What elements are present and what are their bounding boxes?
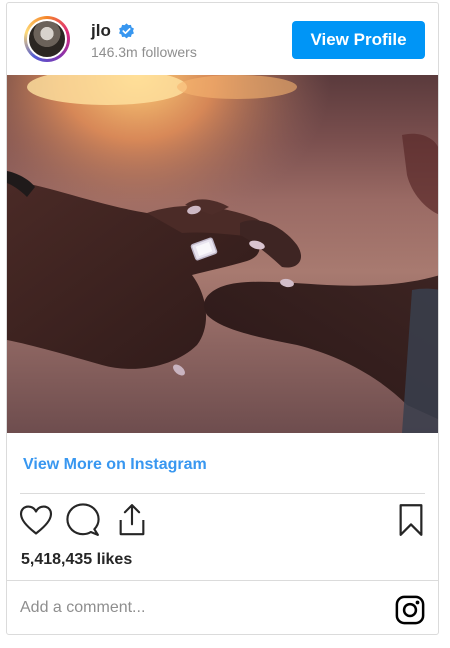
like-count: 5,418,435 likes — [21, 551, 133, 568]
post-actions — [7, 501, 438, 545]
share-button[interactable] — [114, 501, 150, 539]
comment-input[interactable] — [20, 593, 360, 623]
post-header: jlo 146.3m followers View Profile — [7, 3, 438, 75]
avatar[interactable] — [24, 16, 70, 62]
bookmark-icon — [399, 504, 423, 536]
save-button[interactable] — [393, 501, 429, 539]
post-photo[interactable] — [7, 75, 438, 433]
view-profile-button[interactable]: View Profile — [292, 21, 425, 59]
heart-icon — [19, 505, 53, 535]
verified-badge-icon — [119, 23, 134, 39]
share-icon — [119, 504, 145, 536]
instagram-embed-card: jlo 146.3m followers View Profile View M… — [6, 2, 439, 635]
avatar-image — [27, 19, 67, 59]
divider — [20, 493, 425, 494]
comment-button[interactable] — [65, 501, 101, 539]
username[interactable]: jlo — [91, 21, 111, 41]
engagement-ring-photo — [7, 75, 438, 433]
follower-count: 146.3m followers — [91, 44, 197, 60]
view-more-on-instagram-link[interactable]: View More on Instagram — [23, 456, 207, 474]
like-button[interactable] — [18, 501, 54, 539]
comment-bubble-icon — [66, 503, 100, 536]
comment-bar — [7, 580, 438, 634]
instagram-logo-icon[interactable] — [395, 595, 425, 625]
